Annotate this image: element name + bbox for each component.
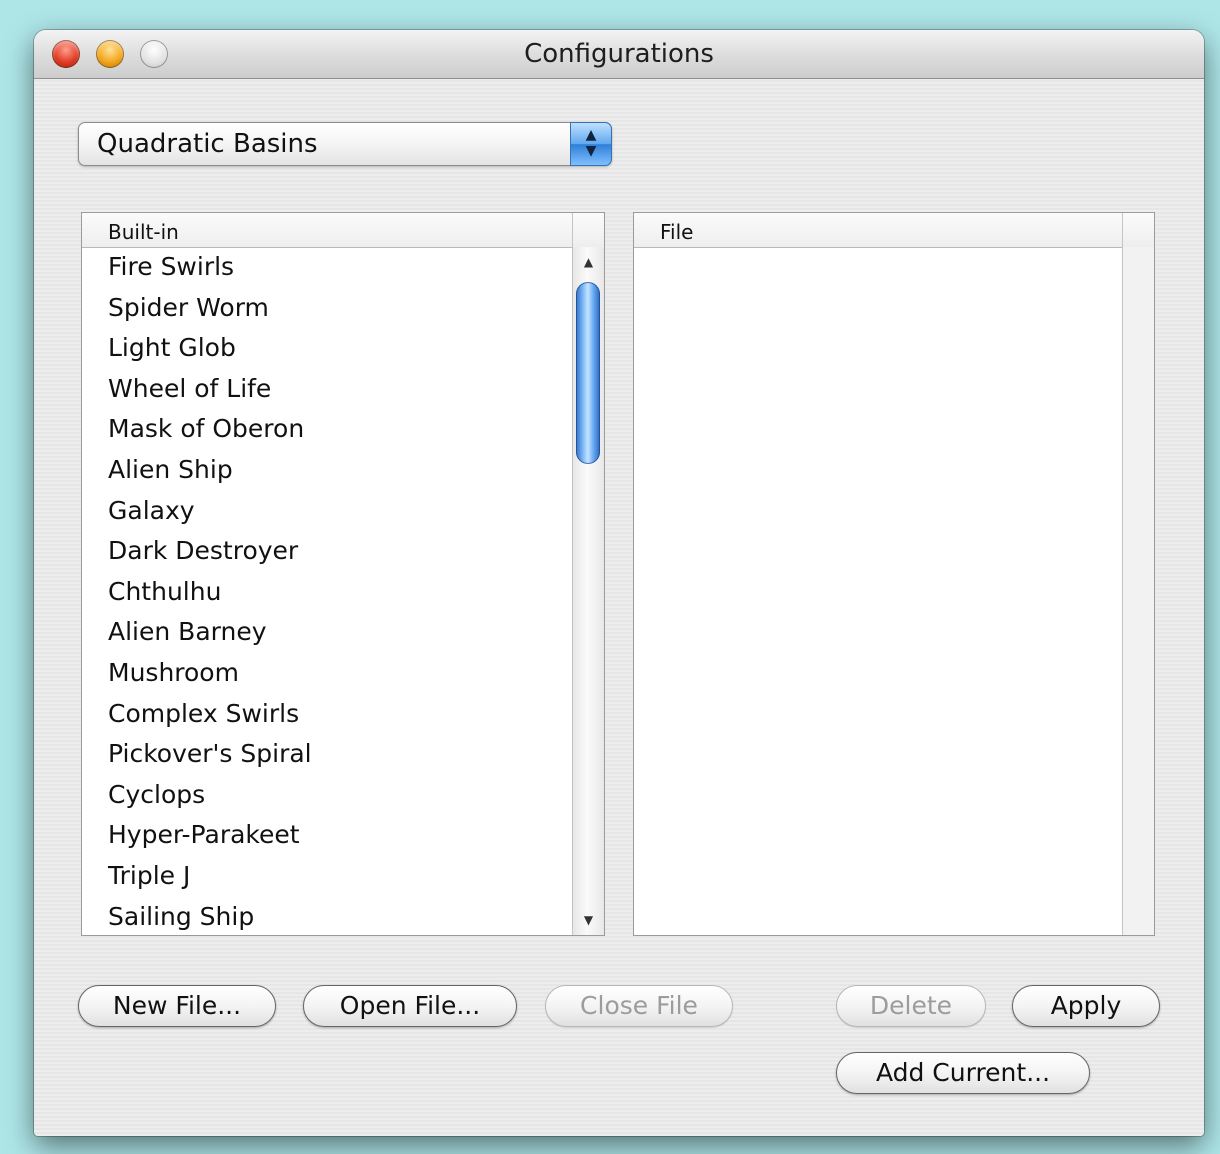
list-item[interactable]: Pickover's Spiral [82, 734, 572, 775]
file-list-header[interactable]: File [634, 213, 1154, 248]
configurations-window: Configurations Quadratic Basins ▲ ▼ Built… [34, 30, 1204, 1136]
list-item[interactable]: Spider Worm [82, 288, 572, 329]
scrollbar-thumb[interactable] [576, 282, 600, 464]
builtin-column-header[interactable]: Built-in [108, 220, 179, 244]
open-file-button[interactable]: Open File... [303, 985, 517, 1027]
list-item[interactable]: Mushroom [82, 653, 572, 694]
list-item[interactable]: Hyper-Parakeet [82, 815, 572, 856]
list-item[interactable]: Chthulhu [82, 572, 572, 613]
file-list[interactable]: File [633, 212, 1155, 936]
apply-button[interactable]: Apply [1012, 985, 1160, 1027]
list-item[interactable]: Dark Destroyer [82, 531, 572, 572]
close-file-button[interactable]: Close File [545, 985, 733, 1027]
window-title: Configurations [524, 39, 714, 69]
list-item[interactable]: Galaxy [82, 491, 572, 532]
new-file-button[interactable]: New File... [78, 985, 276, 1027]
file-list-scrollbar[interactable] [1122, 247, 1154, 935]
file-list-rows [634, 247, 1122, 935]
list-item[interactable]: Triple J [82, 856, 572, 897]
file-column-header[interactable]: File [660, 220, 693, 244]
title-bar[interactable]: Configurations [34, 30, 1204, 79]
list-item[interactable]: Fire Swirls [82, 247, 572, 288]
scroll-down-arrow-icon[interactable]: ▼ [573, 913, 604, 927]
list-item[interactable]: Cyclops [82, 775, 572, 816]
builtin-list-rows: Fire Swirls Spider Worm Light Glob Wheel of… [82, 247, 572, 935]
builtin-list[interactable]: Built-in Fire Swirls Spider Worm Light Glo… [81, 212, 605, 936]
configuration-set-popup[interactable]: Quadratic Basins ▲ ▼ [78, 122, 612, 166]
header-corner [1122, 213, 1154, 247]
list-item[interactable]: Wheel of Life [82, 369, 572, 410]
popup-selected-value: Quadratic Basins [97, 129, 318, 159]
popup-arrows-icon[interactable]: ▲ ▼ [570, 122, 612, 166]
list-item[interactable]: Alien Barney [82, 612, 572, 653]
header-corner [572, 213, 604, 247]
builtin-list-scrollbar[interactable]: ▲ ▼ [572, 247, 604, 935]
delete-button[interactable]: Delete [836, 985, 986, 1027]
list-item[interactable]: Sailing Ship [82, 897, 572, 936]
list-item[interactable]: Light Glob [82, 328, 572, 369]
list-item[interactable]: Mask of Oberon [82, 409, 572, 450]
list-item[interactable]: Alien Ship [82, 450, 572, 491]
add-current-button[interactable]: Add Current... [836, 1052, 1090, 1094]
list-item[interactable]: Complex Swirls [82, 694, 572, 735]
scroll-up-arrow-icon[interactable]: ▲ [573, 255, 604, 269]
builtin-list-header[interactable]: Built-in [82, 213, 604, 248]
